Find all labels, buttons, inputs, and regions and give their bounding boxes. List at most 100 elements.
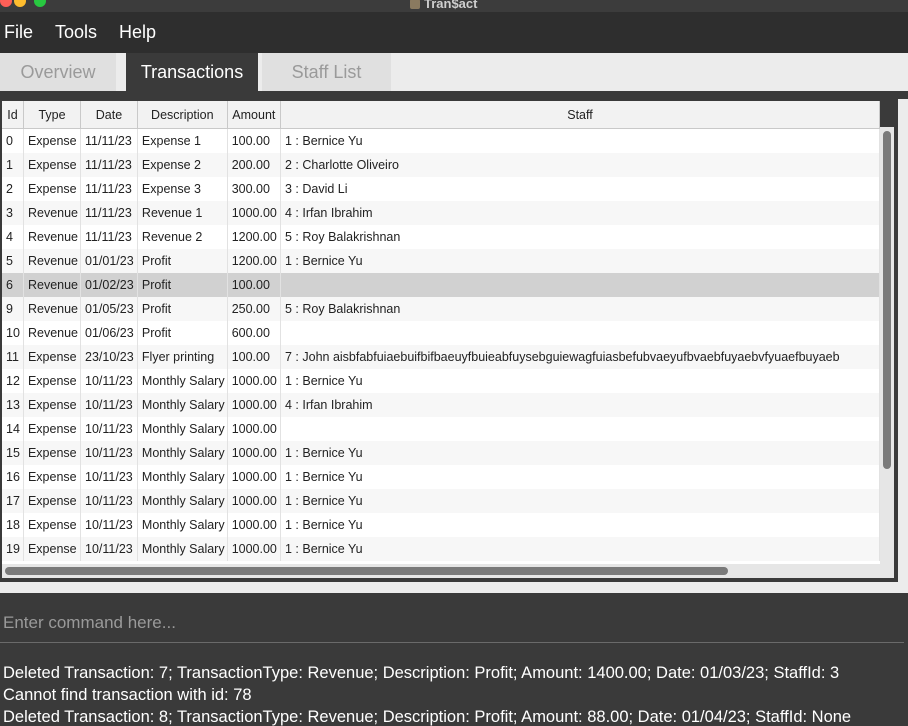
table-row[interactable]: 6 Revenue 01/02/23 Profit 100.00 [2, 273, 880, 297]
horizontal-scroll-thumb[interactable] [5, 567, 728, 575]
cell-staff: 1 : Bernice Yu [280, 465, 880, 489]
cell-type: Revenue [23, 201, 82, 225]
cell-description: Expense 1 [137, 128, 228, 153]
tab-overview[interactable]: Overview [0, 53, 116, 91]
cell-id: 15 [2, 441, 24, 465]
result-display: Deleted Transaction: 7; TransactionType:… [0, 654, 908, 726]
table-row[interactable]: 1 Expense 11/11/23 Expense 2 200.00 2 : Charl… [2, 153, 880, 177]
menu-tools[interactable]: Tools [51, 22, 101, 43]
table-row[interactable]: 18 Expense 10/11/23 Monthly Salary 1000.00 1 … [2, 513, 880, 537]
cell-id: 6 [2, 273, 24, 297]
cell-description: Profit [137, 249, 228, 273]
table-row[interactable]: 19 Expense 10/11/23 Monthly Salary 1000.00 1 … [2, 537, 880, 561]
tab-staff-list[interactable]: Staff List [262, 53, 391, 91]
cell-id: 0 [2, 128, 24, 153]
cell-date: 01/06/23 [80, 321, 138, 345]
cell-staff: 1 : Bernice Yu [280, 513, 880, 537]
cell-type: Expense [23, 441, 82, 465]
tab-transactions[interactable]: Transactions [126, 53, 258, 91]
result-line: Deleted Transaction: 7; TransactionType:… [3, 664, 840, 682]
cell-type: Revenue [23, 249, 82, 273]
cell-type: Expense [23, 393, 82, 417]
cell-date: 10/11/23 [80, 537, 138, 561]
cell-id: 11 [2, 345, 24, 369]
cell-amount: 1200.00 [227, 249, 282, 273]
cell-description: Expense 2 [137, 153, 228, 177]
cell-id: 16 [2, 465, 24, 489]
transactions-table[interactable]: Id Type Date Description Amount Staff 0E… [2, 101, 880, 615]
table-row[interactable]: 12 Expense 10/11/23 Monthly Salary 1000.00 1 … [2, 369, 880, 393]
tab-bar: Overview Transactions Staff List [0, 53, 908, 91]
cell-description: Monthly Salary [137, 489, 228, 513]
table-row[interactable]: 4 Revenue 11/11/23 Revenue 2 1200.00 5 : Roy … [2, 225, 880, 249]
cell-amount: 200.00 [227, 153, 282, 177]
vertical-scrollbar[interactable] [880, 127, 894, 564]
cell-staff [280, 321, 880, 345]
cell-type: Revenue [23, 273, 82, 297]
zoom-window-icon[interactable] [34, 0, 46, 7]
cell-type: Expense [23, 153, 82, 177]
app-icon [410, 0, 420, 9]
cell-amount: 100.00 [227, 273, 282, 297]
cell-type: Revenue [23, 321, 82, 345]
cell-staff: 1 : Bernice Yu [280, 128, 880, 153]
cell-id: 18 [2, 513, 24, 537]
menu-file[interactable]: File [0, 22, 37, 43]
cell-date: 11/11/23 [80, 225, 138, 249]
cell-date: 23/10/23 [80, 345, 138, 369]
column-header-description[interactable]: Description [137, 101, 228, 129]
table-row[interactable]: 0 Expense 11/11/23 Expense 1 100.00 1 : Berni… [2, 128, 880, 153]
table-row[interactable]: 5 Revenue 01/01/23 Profit 1200.00 1 : Bernice… [2, 249, 880, 273]
column-header-amount[interactable]: Amount [227, 101, 282, 129]
cell-description: Revenue 2 [137, 225, 228, 249]
vertical-scroll-thumb[interactable] [883, 131, 891, 469]
command-input[interactable] [0, 603, 904, 643]
cell-date: 10/11/23 [80, 441, 138, 465]
cell-id: 1 [2, 153, 24, 177]
menu-help[interactable]: Help [115, 22, 160, 43]
table-row[interactable]: 16 Expense 10/11/23 Monthly Salary 1000.00 1 … [2, 465, 880, 489]
column-header-date[interactable]: Date [80, 101, 138, 129]
table-row[interactable]: 13 Expense 10/11/23 Monthly Salary 1000.00 4 … [2, 393, 880, 417]
column-header-staff[interactable]: Staff [280, 101, 880, 129]
cell-description: Flyer printing [137, 345, 228, 369]
table-row[interactable]: 17 Expense 10/11/23 Monthly Salary 1000.00 1 … [2, 489, 880, 513]
cell-description: Monthly Salary [137, 369, 228, 393]
cell-description: Monthly Salary [137, 393, 228, 417]
cell-id: 5 [2, 249, 24, 273]
cell-staff: 1 : Bernice Yu [280, 369, 880, 393]
cell-staff: 1 : Bernice Yu [280, 537, 880, 561]
table-body: 0 Expense 11/11/23 Expense 1 100.00 1 : Berni… [2, 128, 880, 561]
table-row[interactable]: 14 Expense 10/11/23 Monthly Salary 1000.00 [2, 417, 880, 441]
cell-amount: 1000.00 [227, 489, 282, 513]
cell-type: Expense [23, 417, 82, 441]
minimize-window-icon[interactable] [14, 0, 26, 7]
cell-amount: 250.00 [227, 297, 282, 321]
cell-date: 10/11/23 [80, 465, 138, 489]
cell-staff: 2 : Charlotte Oliveiro [280, 153, 880, 177]
cell-staff: 4 : Irfan Ibrahim [280, 201, 880, 225]
cell-staff [280, 417, 880, 441]
cell-date: 11/11/23 [80, 153, 138, 177]
table-row[interactable]: 9 Revenue 01/05/23 Profit 250.00 5 : Roy Bala… [2, 297, 880, 321]
cell-date: 11/11/23 [80, 201, 138, 225]
cell-staff: 5 : Roy Balakrishnan [280, 225, 880, 249]
table-row[interactable]: 15 Expense 10/11/23 Monthly Salary 1000.00 1 … [2, 441, 880, 465]
column-header-id[interactable]: Id [2, 101, 24, 129]
table-header-row: Id Type Date Description Amount Staff [2, 101, 880, 129]
close-window-icon[interactable] [0, 0, 12, 7]
cell-date: 10/11/23 [80, 393, 138, 417]
table-row[interactable]: 3 Revenue 11/11/23 Revenue 1 1000.00 4 : Irfa… [2, 201, 880, 225]
cell-type: Expense [23, 537, 82, 561]
cell-type: Expense [23, 465, 82, 489]
column-header-type[interactable]: Type [23, 101, 82, 129]
table-row[interactable]: 11 Expense 23/10/23 Flyer printing 100.00 7 :… [2, 345, 880, 369]
cell-description: Revenue 1 [137, 201, 228, 225]
table-row[interactable]: 10 Revenue 01/06/23 Profit 600.00 [2, 321, 880, 345]
table-row[interactable]: 2 Expense 11/11/23 Expense 3 300.00 3 : David… [2, 177, 880, 201]
cell-description: Expense 3 [137, 177, 228, 201]
horizontal-scrollbar[interactable] [2, 564, 880, 578]
cell-description: Profit [137, 297, 228, 321]
window-title-group: Tran$act [410, 0, 477, 11]
cell-amount: 100.00 [227, 128, 282, 153]
